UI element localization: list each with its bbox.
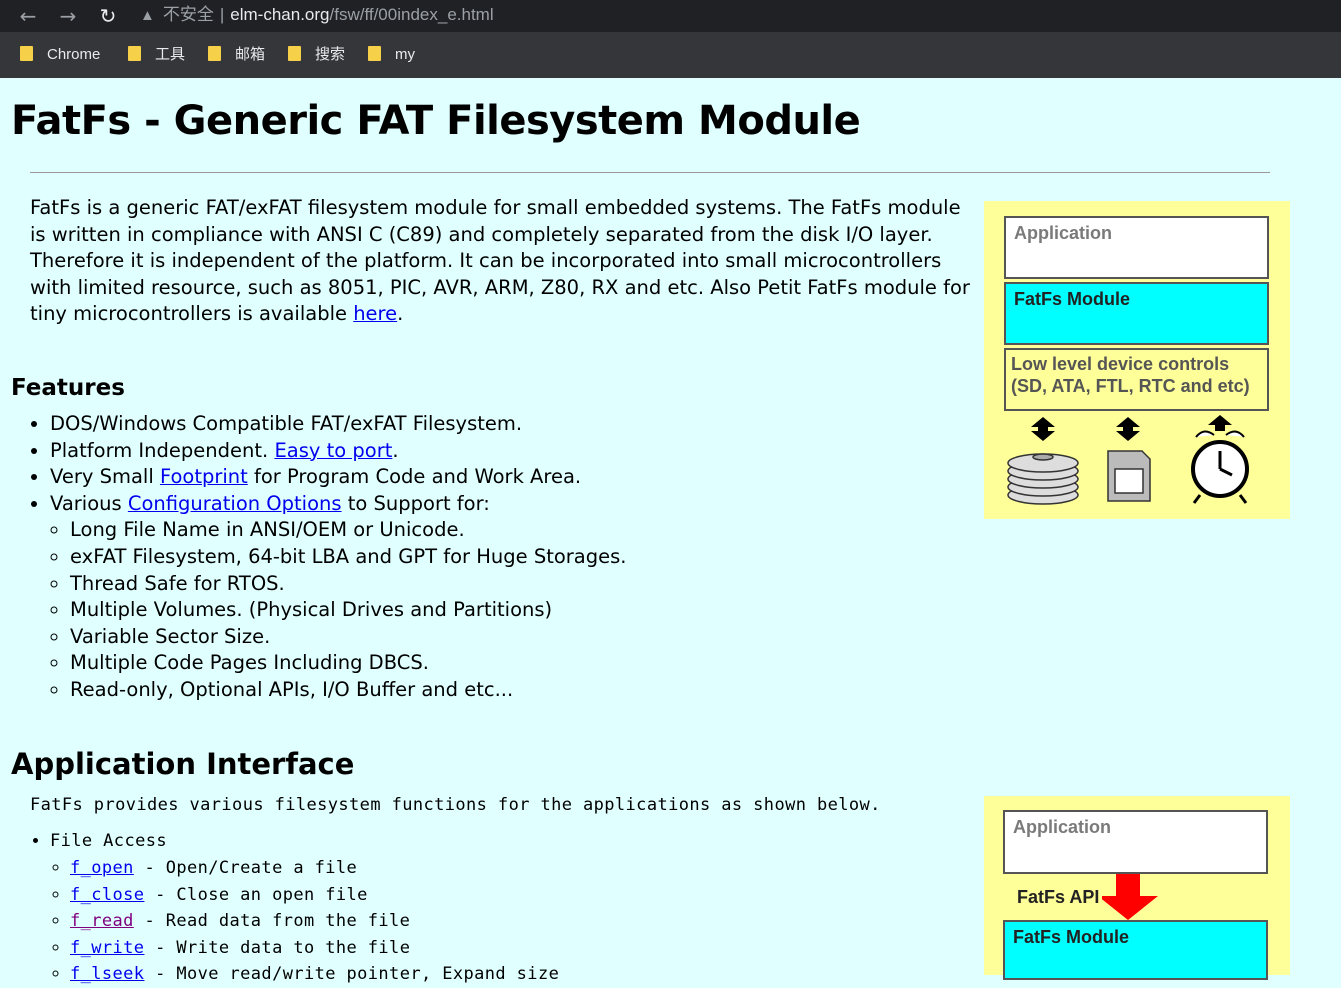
bookmarks-bar: Chrome 工具 邮箱 搜索 my <box>0 32 1341 78</box>
api-item: f_close - Close an open file <box>70 882 559 909</box>
features-heading: Features <box>11 375 125 401</box>
double-arrow-icon <box>1031 417 1055 441</box>
alarm-clock-icon <box>1191 430 1249 504</box>
address-separator: | <box>219 5 225 24</box>
list-item: Platform Independent. Easy to port. <box>50 438 626 465</box>
bookmark-tools[interactable]: 工具 <box>128 44 185 66</box>
list-item: DOS/Windows Compatible FAT/exFAT Filesys… <box>50 411 626 438</box>
api-item: f_open - Open/Create a file <box>70 855 559 882</box>
down-arrow-icon <box>1102 874 1158 920</box>
security-warning-text: 不安全 <box>162 5 214 24</box>
application-layer-box: Application <box>1003 810 1268 874</box>
footprint-link[interactable]: Footprint <box>160 465 248 488</box>
api-item: f_write - Write data to the file <box>70 935 559 962</box>
bookmark-search[interactable]: 搜索 <box>288 44 345 66</box>
horizontal-rule <box>30 172 1270 173</box>
url-host: elm-chan.org <box>230 5 330 24</box>
features-list: DOS/Windows Compatible FAT/exFAT Filesys… <box>30 411 626 704</box>
layer-diagram: Application FatFs Module Low level devic… <box>984 201 1290 519</box>
api-list: File Access f_open - Open/Create a file … <box>30 828 559 988</box>
double-arrow-icon <box>1208 415 1232 431</box>
hard-disk-icon <box>1007 453 1079 505</box>
url-path: /fsw/ff/00index_e.html <box>329 5 494 24</box>
f-lseek-link[interactable]: f_lseek <box>70 964 144 984</box>
list-item: Very Small Footprint for Program Code an… <box>50 464 626 491</box>
forward-arrow-icon[interactable]: → <box>54 2 82 30</box>
bookmark-mail[interactable]: 邮箱 <box>208 44 265 66</box>
list-item: Variable Sector Size. <box>70 624 626 651</box>
petit-fatfs-link[interactable]: here <box>353 302 397 325</box>
list-item: Long File Name in ANSI/OEM or Unicode. <box>70 517 626 544</box>
folder-icon <box>288 46 301 61</box>
list-item: Thread Safe for RTOS. <box>70 571 626 598</box>
folder-icon <box>128 46 141 61</box>
api-sublist: f_open - Open/Create a file f_close - Cl… <box>50 855 559 988</box>
fatfs-module-box: FatFs Module <box>1004 282 1269 345</box>
fatfs-module-box: FatFs Module <box>1003 920 1268 980</box>
sd-card-icon <box>1107 450 1151 502</box>
back-arrow-icon[interactable]: ← <box>14 2 42 30</box>
list-item: Multiple Volumes. (Physical Drives and P… <box>70 597 626 624</box>
browser-toolbar: ← → ↻ ▲ 不安全 | elm-chan.org/fsw/ff/00index_e… <box>0 0 1341 32</box>
api-item: f_read - Read data from the file <box>70 908 559 935</box>
configuration-options-link[interactable]: Configuration Options <box>128 492 342 515</box>
easy-to-port-link[interactable]: Easy to port <box>274 439 392 462</box>
folder-icon <box>20 46 33 61</box>
address-bar[interactable]: ▲ 不安全 | elm-chan.org/fsw/ff/00index_e.html <box>140 0 494 32</box>
list-item: Read-only, Optional APIs, I/O Buffer and… <box>70 677 626 704</box>
device-icons <box>1007 415 1249 505</box>
list-item: File Access f_open - Open/Create a file … <box>50 828 559 988</box>
low-level-box: Low level device controls (SD, ATA, FTL,… <box>1004 348 1269 411</box>
list-item: exFAT Filesystem, 64-bit LBA and GPT for… <box>70 544 626 571</box>
f-read-link[interactable]: f_read <box>70 911 134 931</box>
bookmark-chrome[interactable]: Chrome <box>20 44 100 66</box>
application-interface-heading: Application Interface <box>11 747 355 781</box>
folder-icon <box>368 46 381 61</box>
api-diagram: Application FatFs API FatFs Module <box>984 796 1290 980</box>
warning-icon: ▲ <box>140 7 155 24</box>
double-arrow-icon <box>1116 417 1140 441</box>
f-open-link[interactable]: f_open <box>70 858 134 878</box>
list-item: Multiple Code Pages Including DBCS. <box>70 650 626 677</box>
application-layer-box: Application <box>1004 216 1269 279</box>
features-sublist: Long File Name in ANSI/OEM or Unicode. e… <box>50 517 626 703</box>
reload-icon[interactable]: ↻ <box>94 2 122 30</box>
intro-paragraph: FatFs is a generic FAT/exFAT filesystem … <box>30 196 970 325</box>
page-title: FatFs - Generic FAT Filesystem Module <box>11 98 861 144</box>
fatfs-api-label: FatFs API <box>1017 887 1100 907</box>
api-description: FatFs provides various filesystem functi… <box>30 795 881 815</box>
list-item: Various Configuration Options to Support… <box>50 491 626 704</box>
f-close-link[interactable]: f_close <box>70 885 144 905</box>
bookmark-my[interactable]: my <box>368 44 415 66</box>
folder-icon <box>208 46 221 61</box>
f-write-link[interactable]: f_write <box>70 938 144 958</box>
